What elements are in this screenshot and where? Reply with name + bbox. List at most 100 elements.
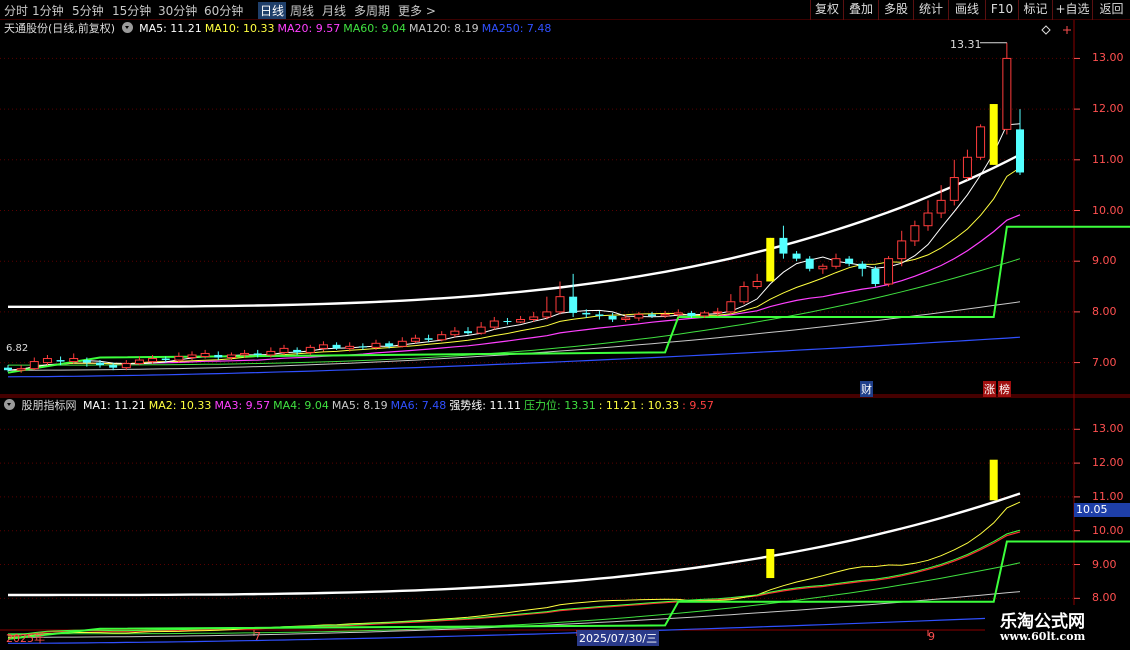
candle-body: [134, 359, 144, 365]
x-tick-3: 9: [928, 630, 935, 643]
candle-body: [634, 313, 644, 319]
diamond-icon: [1041, 25, 1051, 35]
stock-chart-window: 分时 1分钟 5分钟 15分钟 30分钟 60分钟 日线 周线 月线 多周期 更多 > 复权 叠加 多股统…: [0, 0, 1130, 650]
candle-body: [648, 314, 656, 316]
candle-body: [726, 301, 736, 313]
candle-body: [752, 280, 762, 288]
sub-y-tick-5: 8.00: [1092, 591, 1117, 605]
candle-body: [555, 296, 565, 313]
candle-body: [569, 296, 578, 313]
peak-price-label: 13.31: [950, 38, 982, 51]
candle-body: [240, 352, 250, 356]
candle-body: [16, 368, 26, 371]
watermark-url: www.60lt.com: [1000, 630, 1086, 643]
limit-up-marker[interactable]: 涨: [983, 381, 996, 397]
mainItems-item-0: MA5: 11.21: [139, 22, 202, 35]
candle-body: [871, 268, 880, 285]
candle-body: [792, 253, 801, 259]
candle-body: [962, 156, 972, 179]
subItems-item-4: MA5: 8.19: [331, 399, 388, 412]
candle-body: [450, 330, 460, 336]
candle-body: [516, 318, 526, 323]
candle-body: [660, 313, 670, 317]
candle-body: [200, 352, 210, 358]
candle-body: [464, 331, 472, 334]
x-tick-0: 2025年: [6, 632, 45, 645]
candle-body: [69, 358, 79, 363]
candle-body: [279, 347, 289, 353]
candle-body: [529, 316, 539, 320]
candle-body: [949, 177, 959, 201]
mainItems-item-3: MA60: 9.04: [343, 22, 406, 35]
subItems-item-1: MA2: 10.33: [148, 399, 212, 412]
candle-body: [687, 312, 696, 316]
mainItems-item-4: MA120: 8.19: [408, 22, 479, 35]
candle-body: [424, 338, 433, 340]
dropdown-icon[interactable]: [4, 399, 15, 410]
sub-y-tick-3: 10.00: [1092, 523, 1124, 537]
candle-body: [96, 362, 104, 366]
candle-body: [818, 265, 828, 270]
candle-body: [845, 258, 854, 264]
sub-pressure-line: [7, 540, 1130, 640]
candle-body: [923, 212, 933, 227]
candle-body: [503, 321, 512, 323]
candle-body: [805, 258, 814, 269]
candle-body: [253, 353, 262, 355]
sub-ma2-line: [7, 501, 1021, 638]
candle-body: [161, 358, 170, 361]
candle-body: [739, 286, 749, 303]
main-y-tick-4: 9.00: [1092, 254, 1117, 268]
mainItems-item-2: MA20: 9.57: [277, 22, 341, 35]
main-y-tick-2: 11.00: [1092, 152, 1124, 166]
candle-body: [884, 258, 894, 285]
candle-body: [410, 337, 420, 342]
candle-body: [305, 346, 315, 353]
sub-y-tick-4: 9.00: [1092, 557, 1117, 571]
candle-body: [226, 354, 236, 359]
chart-canvas[interactable]: [0, 0, 1130, 650]
ma5-line: [7, 123, 1021, 371]
candle-body: [397, 340, 407, 347]
subItems-item-10: : 9.57: [682, 399, 714, 412]
candle-body: [332, 344, 341, 349]
candle-body: [542, 311, 552, 318]
candle-body: [621, 317, 631, 320]
candle-body: [489, 320, 499, 328]
mainItems-item-5: MA250: 7.48: [481, 22, 552, 35]
candle-body: [673, 312, 683, 315]
sub-title: 股朋指标网: [21, 399, 77, 412]
sub-legend: 股朋指标网 MA1: 11.21 MA2: 10.33 MA3: 9.57 MA4: …: [4, 399, 720, 413]
watermark-title: 乐淘公式网: [1000, 612, 1085, 632]
candle-body: [29, 361, 39, 370]
candle-body: [936, 199, 946, 214]
candle-body: [42, 358, 52, 364]
subItems-item-0: MA1: 11.21: [83, 399, 146, 412]
x-tick-2: 2025/07/30/三: [577, 630, 660, 646]
sub-ma3-line: [7, 531, 1021, 637]
subItems-item-8: : 11.21: [598, 399, 638, 412]
finance-marker[interactable]: 财: [860, 381, 873, 397]
pressure-line: [7, 225, 1130, 374]
candle-body: [976, 126, 986, 158]
candle-body: [109, 365, 118, 368]
candle-body: [56, 360, 65, 362]
dropdown-icon[interactable]: [121, 22, 133, 33]
candle-body: [293, 349, 302, 353]
candle-body: [582, 312, 591, 315]
subItems-item-5: MA6: 7.48: [390, 399, 447, 412]
subItems-item-3: MA4: 9.04: [273, 399, 329, 412]
main-y-tick-1: 12.00: [1092, 102, 1124, 116]
candle-body: [1002, 57, 1012, 130]
candle-body: [989, 104, 998, 165]
sub-y-tick-0: 13.00: [1092, 422, 1124, 436]
candle-body: [608, 315, 617, 320]
mainItems-item-1: MA10: 10.33: [204, 22, 275, 35]
candle-body: [476, 326, 486, 334]
list-marker[interactable]: 榜: [998, 381, 1011, 397]
sub-ma1-line: [7, 529, 1021, 636]
candle-body: [858, 263, 867, 269]
candle-body: [385, 343, 394, 347]
strong-line: [8, 153, 1021, 308]
candle-body: [345, 345, 355, 349]
